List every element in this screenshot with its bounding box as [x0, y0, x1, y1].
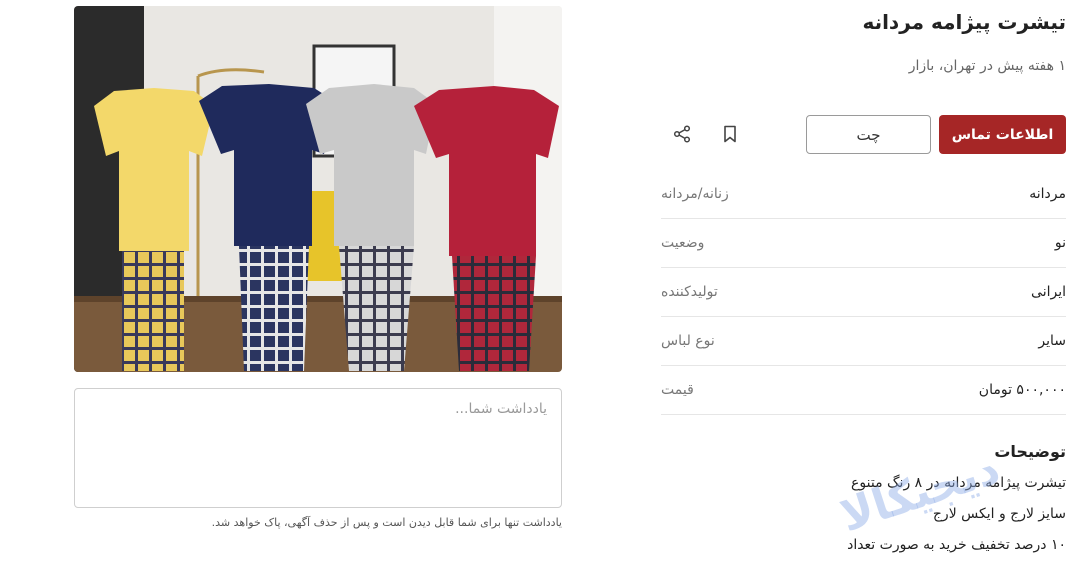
attribute-value: مردانه [1029, 186, 1066, 202]
attribute-key: نوع لباس [661, 333, 715, 349]
price-row: قیمت ۵۰۰,۰۰۰ تومان [661, 366, 1066, 415]
share-button[interactable] [670, 122, 694, 146]
description-line: ۱۰ درصد تخفیف خرید به صورت تعداد [847, 537, 1066, 553]
price-value: ۵۰۰,۰۰۰ تومان [978, 382, 1066, 398]
description-body: تیشرت پیژامه مردانه در ۸ رنگ متنوع سایز … [661, 472, 1066, 561]
attribute-row: وضعیت نو [661, 219, 1066, 268]
share-icon [673, 125, 691, 143]
pajama-photo [74, 6, 562, 372]
note-field-wrapper [74, 388, 562, 508]
description-line: سایز لارج و ایکس لارج [932, 506, 1066, 522]
description-line: تیشرت پیژامه مردانه در ۸ رنگ متنوع [851, 475, 1066, 491]
attributes-list: زنانه/مردانه مردانه وضعیت نو تولیدکننده … [661, 170, 1066, 415]
listing-title: تیشرت پیژامه مردانه [862, 10, 1066, 34]
attribute-key: تولیدکننده [661, 284, 718, 300]
attribute-key: زنانه/مردانه [661, 186, 729, 202]
attribute-row: نوع لباس سایر [661, 317, 1066, 366]
bookmark-icon [724, 125, 736, 143]
attribute-key: وضعیت [661, 235, 705, 251]
attribute-row: تولیدکننده ایرانی [661, 268, 1066, 317]
chat-button[interactable]: چت [806, 115, 931, 154]
contact-info-button[interactable]: اطلاعات تماس [939, 115, 1066, 154]
attribute-value: سایر [1038, 333, 1066, 349]
attribute-value: ایرانی [1031, 284, 1066, 300]
description-title: توضیحات [994, 442, 1066, 461]
listing-subtitle: ۱ هفته پیش در تهران، بازار [908, 58, 1066, 74]
note-hint: یادداشت تنها برای شما قابل دیدن است و پس… [211, 516, 562, 529]
bookmark-button[interactable] [718, 122, 742, 146]
attribute-key: قیمت [661, 382, 694, 398]
attribute-row: زنانه/مردانه مردانه [661, 170, 1066, 219]
attribute-value: نو [1054, 235, 1066, 251]
listing-photo[interactable] [74, 6, 562, 372]
note-textarea[interactable] [75, 389, 561, 507]
